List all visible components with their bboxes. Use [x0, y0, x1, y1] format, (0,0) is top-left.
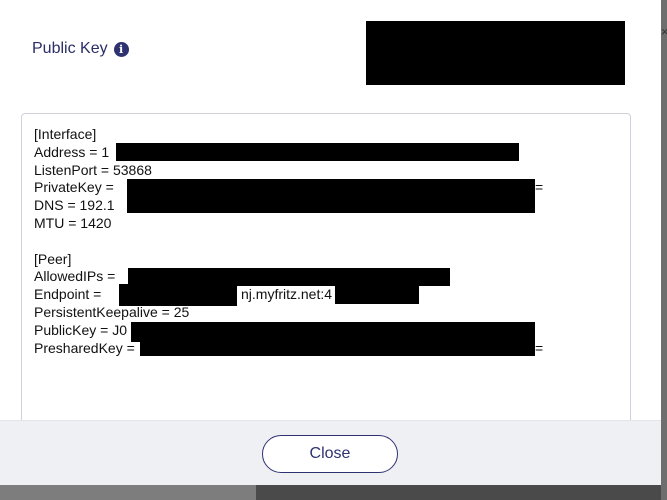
close-button[interactable]: Close [262, 435, 398, 473]
redaction-address [116, 143, 519, 161]
close-x-icon[interactable]: × [661, 24, 667, 39]
info-icon[interactable]: i [113, 41, 129, 57]
public-key-label: Public Key [32, 40, 108, 57]
redaction-endpoint-host [119, 284, 237, 306]
wireguard-config-dialog: Public Key i [Interface] Address = 1 Lis… [0, 0, 661, 485]
backdrop-right-edge [661, 0, 667, 500]
redaction-private-key [127, 179, 535, 213]
redaction-public-key [131, 322, 535, 342]
redaction-preshared-key [140, 340, 535, 356]
private-key-tail: = [535, 179, 544, 195]
backdrop-panel [0, 484, 256, 500]
config-textarea[interactable]: [Interface] Address = 1 ListenPort = 538… [21, 113, 631, 445]
public-key-label-row: Public Key i [32, 40, 129, 58]
preshared-key-tail: = [535, 340, 544, 356]
public-key-value-redacted [366, 21, 625, 85]
endpoint-fragment: nj.myfritz.net:4 [241, 286, 333, 302]
redaction-endpoint-port [335, 286, 419, 304]
